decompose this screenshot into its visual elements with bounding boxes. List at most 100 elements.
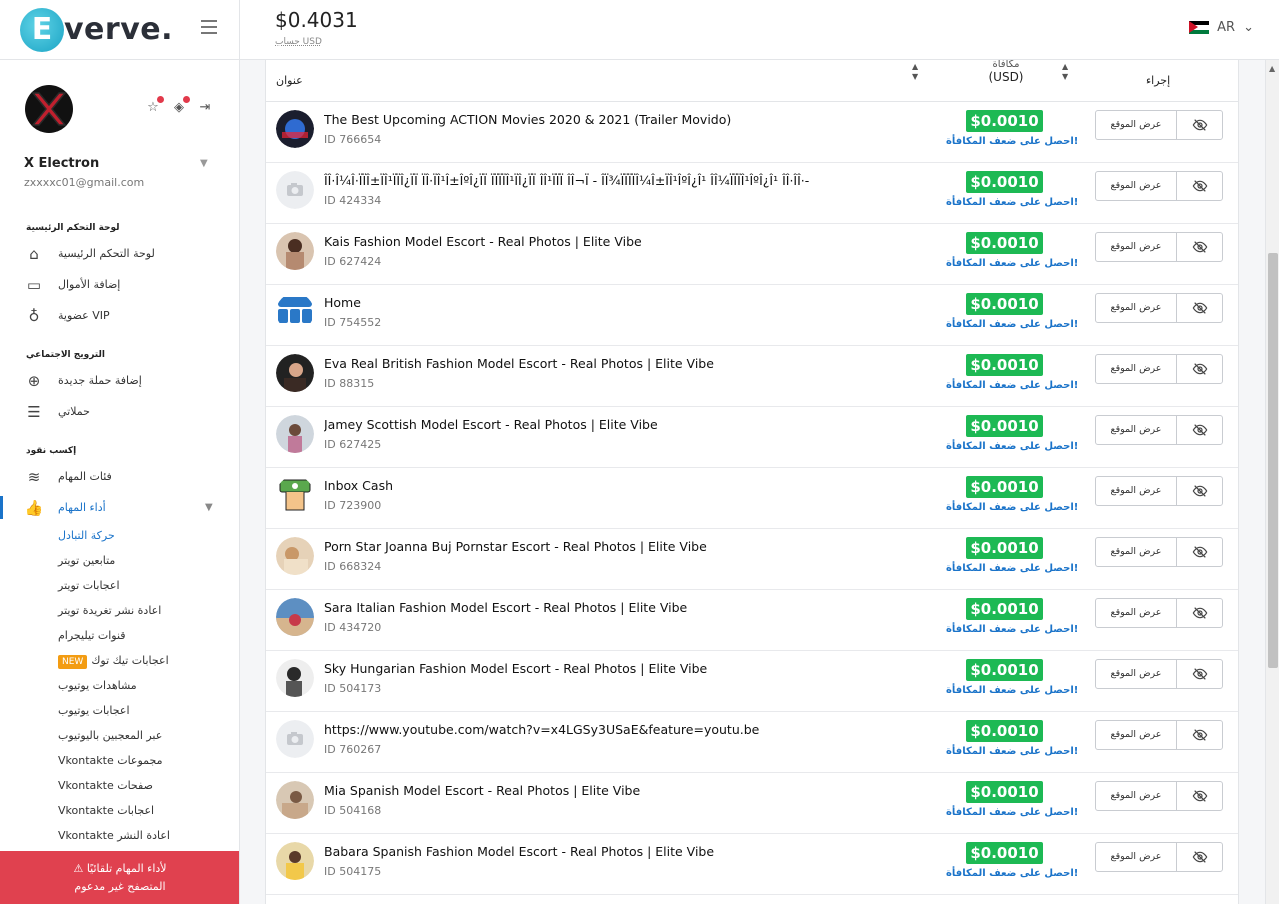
sub-item-telegram[interactable]: قنوات تيليجرام <box>0 623 239 648</box>
double-reward-link[interactable]: احصل على ضعف المكافأة! <box>946 624 1078 635</box>
task-title[interactable]: Jamey Scottish Model Escort - Real Photo… <box>324 417 658 432</box>
hide-task-button[interactable] <box>1176 720 1223 750</box>
double-reward-link[interactable]: احصل على ضعف المكافأة! <box>946 319 1078 330</box>
double-reward-link[interactable]: احصل على ضعف المكافأة! <box>946 685 1078 696</box>
hide-task-button[interactable] <box>1176 842 1223 872</box>
sub-item-youtube-subscribers[interactable]: عبر المعجبين باليوتيوب <box>0 723 239 748</box>
avatar[interactable] <box>24 84 74 134</box>
visit-site-button[interactable]: عرض الموقع <box>1095 354 1177 384</box>
sidebar-item-task-categories[interactable]: ≋ فئات المهام <box>0 461 239 492</box>
hide-task-button[interactable] <box>1176 476 1223 506</box>
hide-task-button[interactable] <box>1176 171 1223 201</box>
task-title[interactable]: Sky Hungarian Fashion Model Escort - Rea… <box>324 661 707 676</box>
award-notification-icon[interactable]: ☆ <box>145 96 164 116</box>
sort-icon[interactable]: ▲ ▼ <box>1062 62 1068 82</box>
task-thumbnail <box>276 598 314 636</box>
task-title[interactable]: ÎÎ·Î¼Î·ÏÏÎ±ÏÎ¹ÏÏÎ¿ÏÏ ÏÎ·ÏÎ¹Î±ÎºÎ¿ÏÏ ÏÏÏÏ… <box>324 173 809 188</box>
nav-heading: لوحة التحكم الرئيسية <box>26 223 120 233</box>
table-row: Porn Star Joanna Buj Pornstar Escort - R… <box>266 529 1238 590</box>
table-row: Sky Hungarian Fashion Model Escort - Rea… <box>266 651 1238 712</box>
balance-label[interactable]: حساب USD <box>275 37 322 47</box>
double-reward-link[interactable]: احصل على ضعف المكافأة! <box>946 868 1078 879</box>
double-reward-link[interactable]: احصل على ضعف المكافأة! <box>946 197 1078 208</box>
scrollbar[interactable]: ▲ <box>1265 60 1279 904</box>
double-reward-link[interactable]: احصل على ضعف المكافأة! <box>946 380 1078 391</box>
visit-site-button[interactable]: عرض الموقع <box>1095 293 1177 323</box>
sub-item-twitter-retweets[interactable]: اعادة نشر تغريدة تويتر <box>0 598 239 623</box>
visit-site-button[interactable]: عرض الموقع <box>1095 232 1177 262</box>
task-title[interactable]: Kais Fashion Model Escort - Real Photos … <box>324 234 642 249</box>
task-title[interactable]: Home <box>324 295 361 310</box>
sub-item-twitter-followers[interactable]: متابعين تويتر <box>0 548 239 573</box>
double-reward-link[interactable]: احصل على ضعف المكافأة! <box>946 807 1078 818</box>
box-notification-icon[interactable]: ◈ <box>171 96 190 116</box>
double-reward-link[interactable]: احصل على ضعف المكافأة! <box>946 258 1078 269</box>
sub-item-vk-likes[interactable]: Vkontakte اعجابات <box>0 798 239 823</box>
double-reward-link[interactable]: احصل على ضعف المكافأة! <box>946 136 1078 147</box>
task-title[interactable]: Babara Spanish Fashion Model Escort - Re… <box>324 844 714 859</box>
task-title[interactable]: Eva Real British Fashion Model Escort - … <box>324 356 714 371</box>
visit-site-button[interactable]: عرض الموقع <box>1095 415 1177 445</box>
reward-badge: $0.0010 <box>966 476 1043 498</box>
visit-site-button[interactable]: عرض الموقع <box>1095 842 1177 872</box>
double-reward-link[interactable]: احصل على ضعف المكافأة! <box>946 746 1078 757</box>
sub-item-vk-groups[interactable]: Vkontakte مجموعات <box>0 748 239 773</box>
visit-site-button[interactable]: عرض الموقع <box>1095 476 1177 506</box>
task-title[interactable]: Inbox Cash <box>324 478 393 493</box>
table-row: ÎÎ·Î¼Î·ÏÏÎ±ÏÎ¹ÏÏÎ¿ÏÏ ÏÎ·ÏÎ¹Î±ÎºÎ¿ÏÏ ÏÏÏÏ… <box>266 163 1238 224</box>
double-reward-link[interactable]: احصل على ضعف المكافأة! <box>946 502 1078 513</box>
layers-icon: ≋ <box>27 467 41 486</box>
sub-item-twitter-likes[interactable]: اعجابات تويتر <box>0 573 239 598</box>
logout-icon[interactable]: ⇥ <box>197 100 213 116</box>
hide-task-button[interactable] <box>1176 293 1223 323</box>
warning-icon: ⚠ <box>73 862 84 875</box>
hide-task-button[interactable] <box>1176 537 1223 567</box>
visit-site-button[interactable]: عرض الموقع <box>1095 659 1177 689</box>
scroll-up-icon[interactable]: ▲ <box>1269 64 1275 73</box>
language-selector[interactable]: AR ⌄ <box>1189 20 1254 35</box>
task-title[interactable]: Porn Star Joanna Buj Pornstar Escort - R… <box>324 539 707 554</box>
hide-task-button[interactable] <box>1176 354 1223 384</box>
hide-task-button[interactable] <box>1176 598 1223 628</box>
hamburger-menu-icon[interactable] <box>201 20 217 34</box>
sub-item-vk-reposts[interactable]: Vkontakte اعادة النشر <box>0 823 239 848</box>
col-title-header[interactable]: عنوان <box>276 74 303 87</box>
sidebar-item-vip[interactable]: ♁ عضوية VIP <box>0 300 239 331</box>
task-title[interactable]: The Best Upcoming ACTION Movies 2020 & 2… <box>324 112 731 127</box>
sidebar-item-add-funds[interactable]: ▭ إضافة الأموال <box>0 269 239 300</box>
chevron-down-icon[interactable]: ▼ <box>200 158 208 169</box>
task-thumbnail <box>276 842 314 880</box>
eye-slash-icon <box>1192 728 1208 747</box>
profile-name[interactable]: X Electron <box>24 156 99 171</box>
col-reward-header[interactable]: مكافأة (USD) <box>981 60 1031 86</box>
table-row: Inbox Cash ID 723900 $0.0010 احصل على ضعف ا… <box>266 468 1238 529</box>
task-title[interactable]: Mia Spanish Model Escort - Real Photos |… <box>324 783 640 798</box>
sub-item-youtube-views[interactable]: مشاهدات يوتيوب <box>0 673 239 698</box>
sidebar-item-perform-tasks[interactable]: 👍 أداء المهام ▼ <box>0 492 239 523</box>
sub-item-vk-pages[interactable]: Vkontakte صفحات <box>0 773 239 798</box>
hide-task-button[interactable] <box>1176 232 1223 262</box>
visit-site-button[interactable]: عرض الموقع <box>1095 598 1177 628</box>
double-reward-link[interactable]: احصل على ضعف المكافأة! <box>946 563 1078 574</box>
hide-task-button[interactable] <box>1176 415 1223 445</box>
visit-site-button[interactable]: عرض الموقع <box>1095 171 1177 201</box>
visit-site-button[interactable]: عرض الموقع <box>1095 110 1177 140</box>
sidebar-item-dashboard[interactable]: ⌂ لوحة التحكم الرئيسية <box>0 238 239 269</box>
visit-site-button[interactable]: عرض الموقع <box>1095 537 1177 567</box>
task-title[interactable]: https://www.youtube.com/watch?v=x4LGSy3U… <box>324 722 759 737</box>
scrollbar-thumb[interactable] <box>1268 253 1278 668</box>
sub-item-exchange[interactable]: حركة التبادل <box>0 523 239 548</box>
sub-item-youtube-likes[interactable]: اعجابات يوتيوب <box>0 698 239 723</box>
double-reward-link[interactable]: احصل على ضعف المكافأة! <box>946 441 1078 452</box>
hide-task-button[interactable] <box>1176 110 1223 140</box>
hide-task-button[interactable] <box>1176 659 1223 689</box>
visit-site-button[interactable]: عرض الموقع <box>1095 720 1177 750</box>
task-title[interactable]: Sara Italian Fashion Model Escort - Real… <box>324 600 687 615</box>
sidebar-item-my-campaigns[interactable]: ☰ حملاتي <box>0 396 239 427</box>
visit-site-button[interactable]: عرض الموقع <box>1095 781 1177 811</box>
nav-heading: الترويج الاجتماعي <box>26 350 105 360</box>
sort-icon[interactable]: ▲ ▼ <box>912 62 918 82</box>
sub-item-tiktok-likes[interactable]: NEW اعجابات تيك توك <box>0 648 239 673</box>
hide-task-button[interactable] <box>1176 781 1223 811</box>
sidebar-item-new-campaign[interactable]: ⊕ إضافة حملة جديدة <box>0 365 239 396</box>
